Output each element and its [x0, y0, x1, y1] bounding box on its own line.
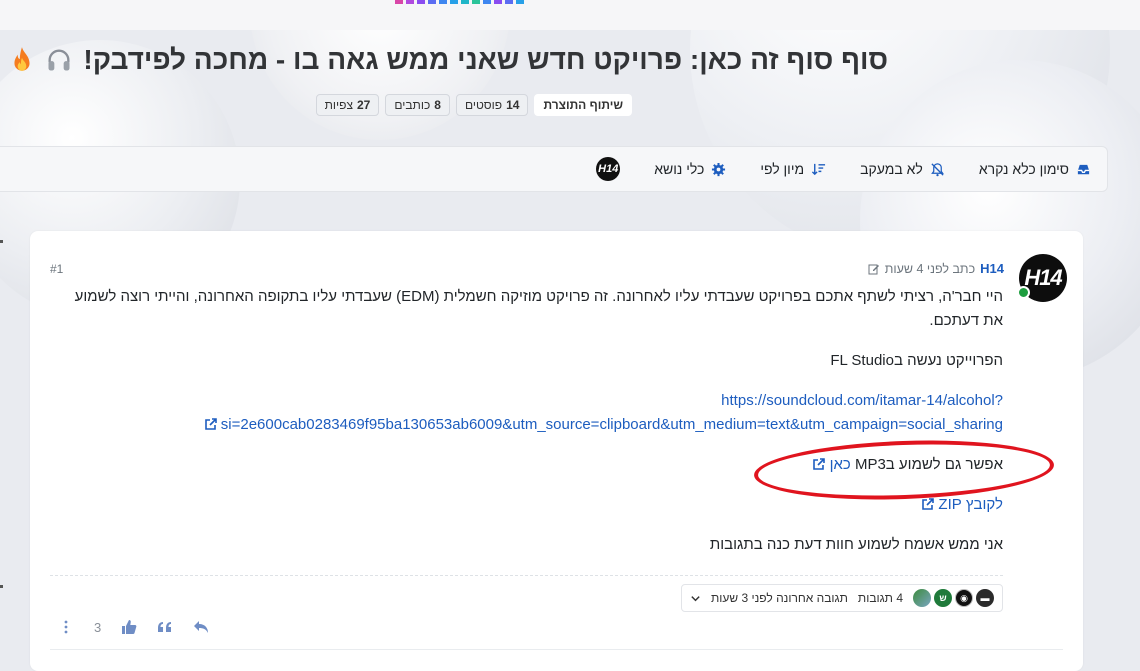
- reply-arrow-icon: [193, 619, 209, 635]
- post-bottom-border: [50, 649, 1063, 650]
- quote-icon: [157, 619, 173, 635]
- reply-avatar: [913, 589, 931, 607]
- post-divider: [50, 575, 1003, 576]
- topic-tools-button[interactable]: כלי נושא: [654, 161, 726, 177]
- edit-icon: [868, 263, 880, 275]
- edge-mark: [0, 240, 3, 243]
- author-avatar-text: H14: [1024, 265, 1062, 290]
- post-card: H14 H14 כתב לפני 4 שעות #1 היי חבר'ה, רצ…: [30, 231, 1083, 671]
- chevron-down-icon: [690, 593, 701, 604]
- topic-stats: שיתוף התוצרת 14 פוסטים 8 כותבים 27 צפיות: [315, 94, 632, 116]
- soundcloud-link[interactable]: https://soundcloud.com/itamar-14/alcohol…: [63, 389, 1003, 437]
- soundcloud-paragraph: https://soundcloud.com/itamar-14/alcohol…: [63, 389, 1003, 437]
- mark-unread-button[interactable]: סימון כלא נקרא: [979, 161, 1091, 177]
- upvote-button[interactable]: [121, 619, 137, 635]
- authors-count: 8: [434, 98, 441, 112]
- replies-count: 4 תגובות: [857, 591, 903, 605]
- post-paragraph: הפרוייקט נעשה בFL Studio: [830, 352, 1003, 369]
- user-avatar[interactable]: H14: [596, 157, 621, 181]
- sort-button[interactable]: מיון לפי: [760, 161, 826, 177]
- sort-icon: [811, 162, 826, 177]
- last-reply-time: תגובה אחרונה לפני 3 שעות: [710, 591, 848, 605]
- thumbs-up-icon: [121, 619, 137, 635]
- soundcloud-link-line2: si=2e600cab0283469f95ba130653ab6009&utm_…: [220, 416, 1003, 433]
- external-link-icon: [812, 458, 826, 471]
- mp3-link[interactable]: כאן: [812, 456, 851, 473]
- posts-count: 14: [506, 98, 520, 112]
- mp3-prefix: אפשר גם לשמוע בMP3: [854, 456, 1003, 473]
- reply-avatars: ▬ ◉ ש: [913, 589, 994, 607]
- topic-toolbar: סימון כלא נקרא לא במעקב מיון לפי כלי נוש…: [0, 146, 1108, 192]
- post-paragraph: אני ממש אשמח לשמוע חוות דעת כנה בתגובות: [709, 536, 1003, 553]
- category-label: שיתוף התוצרת: [543, 98, 623, 112]
- fire-icon: [9, 46, 35, 74]
- headphones-icon: [45, 46, 73, 74]
- edge-mark: [0, 585, 3, 588]
- soundcloud-link-line1: https://soundcloud.com/itamar-14/alcohol…: [721, 392, 1003, 409]
- post-actions: 3: [58, 619, 209, 635]
- category-badge[interactable]: שיתוף התוצרת: [534, 94, 632, 116]
- post-content: היי חבר'ה, רציתי לשתף אתכם בפרויקט שעבדת…: [63, 285, 1003, 573]
- reply-avatar-letter: ש: [939, 593, 947, 603]
- watch-toggle-button[interactable]: לא במעקב: [860, 161, 945, 177]
- zip-paragraph: לקובץ ZIP: [63, 493, 1003, 517]
- top-header-strip: [0, 0, 1140, 30]
- views-count: 27: [357, 98, 371, 112]
- mp3-paragraph: אפשר גם לשמוע בMP3 כאן: [63, 453, 1003, 477]
- views-label: צפיות: [324, 98, 353, 112]
- author-link[interactable]: H14: [980, 261, 1004, 276]
- reply-avatar: ▬: [976, 589, 994, 607]
- vote-count: 3: [94, 619, 102, 635]
- inbox-icon: [1076, 162, 1091, 177]
- authors-label: כותבים: [394, 98, 431, 112]
- topic-tools-label: כלי נושא: [654, 161, 705, 177]
- zip-link-label: לקובץ ZIP: [938, 496, 1003, 513]
- external-link-icon: [204, 418, 217, 431]
- mp3-link-label: כאן: [829, 456, 851, 473]
- reply-avatar: ◉: [955, 589, 973, 607]
- post-index[interactable]: #1: [50, 262, 63, 276]
- watch-toggle-label: לא במעקב: [860, 161, 923, 177]
- mark-unread-label: סימון כלא נקרא: [978, 161, 1069, 177]
- quote-button[interactable]: [157, 619, 173, 635]
- post-timestamp[interactable]: כתב לפני 4 שעות: [885, 262, 975, 276]
- external-link-icon: [921, 498, 935, 511]
- reply-button[interactable]: [193, 619, 209, 635]
- reply-avatar: ש: [934, 589, 952, 607]
- bell-slash-icon: [930, 162, 945, 177]
- vertical-dots-icon: [58, 619, 74, 635]
- site-logo-edge[interactable]: [395, 0, 550, 6]
- online-status-dot: [1017, 286, 1030, 299]
- views-badge: 27 צפיות: [315, 94, 380, 116]
- user-avatar-text: H14: [598, 163, 619, 175]
- gear-icon: [711, 162, 726, 177]
- more-options-button[interactable]: [58, 619, 74, 635]
- page-title-text: סוף סוף זה כאן: פרויקט חדש שאני ממש גאה …: [83, 44, 888, 75]
- post-paragraph: היי חבר'ה, רציתי לשתף אתכם בפרויקט שעבדת…: [74, 288, 1003, 329]
- authors-badge: 8 כותבים: [385, 94, 450, 116]
- replies-summary-button[interactable]: ▬ ◉ ש 4 תגובות תגובה אחרונה לפני 3 שעות: [680, 584, 1003, 612]
- zip-link[interactable]: לקובץ ZIP: [921, 496, 1003, 513]
- post-meta: H14 כתב לפני 4 שעות: [868, 261, 1004, 276]
- page-title: סוף סוף זה כאן: פרויקט חדש שאני ממש גאה …: [9, 44, 888, 76]
- sort-label: מיון לפי: [760, 161, 805, 177]
- posts-badge: 14 פוסטים: [455, 94, 529, 116]
- posts-label: פוסטים: [464, 98, 503, 112]
- soundcloud-link-line2-wrap: si=2e600cab0283469f95ba130653ab6009&utm_…: [63, 413, 1003, 437]
